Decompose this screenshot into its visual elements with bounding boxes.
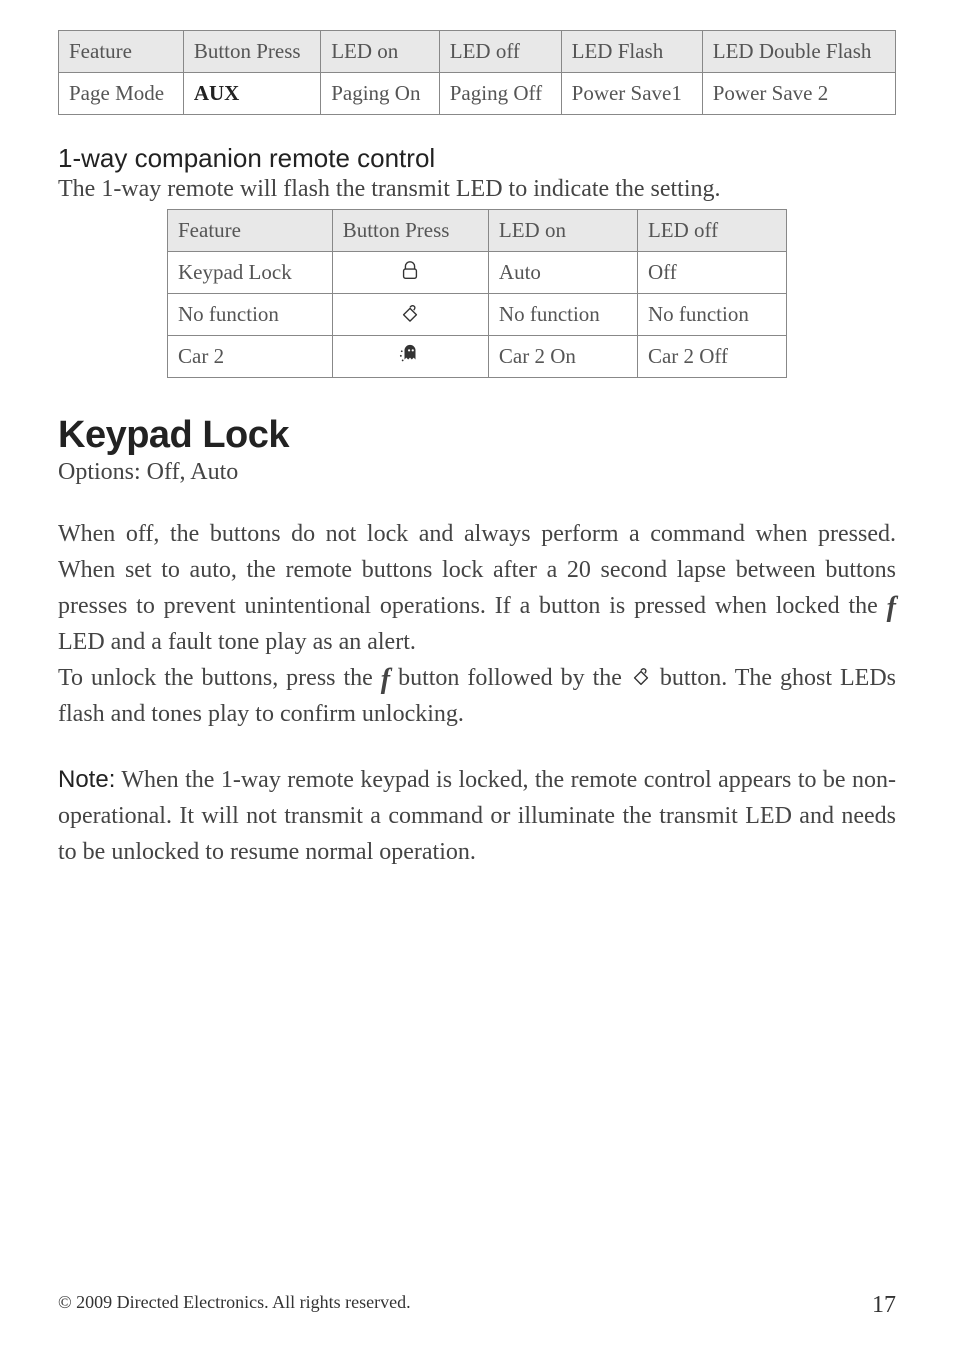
para2-b: button followed by the [398, 665, 630, 691]
keypad-heading: Keypad Lock [58, 414, 896, 457]
t1-h2: LED on [321, 31, 440, 73]
t2-r2-ledon: Car 2 On [488, 336, 637, 378]
t2-r2-feature: Car 2 [168, 336, 333, 378]
diamond-icon-inline [630, 665, 652, 689]
intro-text: The 1-way remote will flash the transmit… [58, 176, 896, 203]
t1-h1: Button Press [183, 31, 320, 73]
t2-r1-feature: No function [168, 294, 333, 336]
t2-r0-icon-cell [332, 252, 488, 294]
t2-r2-icon-cell [332, 336, 488, 378]
t2-h1: Button Press [332, 210, 488, 252]
keypad-options: Options: Off, Auto [58, 459, 896, 486]
note-body: When the 1-way remote keypad is locked, … [58, 767, 896, 865]
f-icon-2: f [381, 666, 390, 694]
keypad-para2: To unlock the buttons, press the f butto… [58, 660, 896, 732]
page-number: 17 [872, 1292, 896, 1319]
t2-h2: LED on [488, 210, 637, 252]
t2-r0-ledon: Auto [488, 252, 637, 294]
t1-ledoff: Paging Off [439, 73, 561, 115]
t1-ledflash: Power Save1 [561, 73, 702, 115]
t2-h0: Feature [168, 210, 333, 252]
t1-h4: LED Flash [561, 31, 702, 73]
t2-r1-ledon: No function [488, 294, 637, 336]
companion-table: Feature Button Press LED on LED off Keyp… [167, 209, 787, 378]
para1-b: LED and a fault tone play as an alert. [58, 629, 416, 655]
t1-button: AUX [183, 73, 320, 115]
f-icon: f [887, 594, 896, 622]
footer-copyright: © 2009 Directed Electronics. All rights … [58, 1292, 411, 1319]
note-label: Note: [58, 766, 115, 793]
t2-r1-ledoff: No function [637, 294, 786, 336]
t1-h5: LED Double Flash [702, 31, 895, 73]
t2-r0-ledoff: Off [637, 252, 786, 294]
para2-a: To unlock the buttons, press the [58, 665, 381, 691]
t1-h3: LED off [439, 31, 561, 73]
ghost-icon [399, 342, 421, 366]
diamond-icon [399, 300, 421, 324]
footer: © 2009 Directed Electronics. All rights … [58, 1292, 896, 1319]
keypad-para1: When off, the buttons do not lock and al… [58, 516, 896, 660]
page-mode-table: Feature Button Press LED on LED off LED … [58, 30, 896, 115]
para1-a: When off, the buttons do not lock and al… [58, 521, 896, 619]
t1-feature: Page Mode [59, 73, 184, 115]
t1-ledon: Paging On [321, 73, 440, 115]
lock-icon [399, 258, 421, 282]
note-para: Note: When the 1-way remote keypad is lo… [58, 762, 896, 870]
t2-r2-ledoff: Car 2 Off [637, 336, 786, 378]
t1-h0: Feature [59, 31, 184, 73]
t2-r0-feature: Keypad Lock [168, 252, 333, 294]
t2-h3: LED off [637, 210, 786, 252]
companion-heading: 1-way companion remote control [58, 143, 896, 174]
t1-leddouble: Power Save 2 [702, 73, 895, 115]
t2-r1-icon-cell [332, 294, 488, 336]
